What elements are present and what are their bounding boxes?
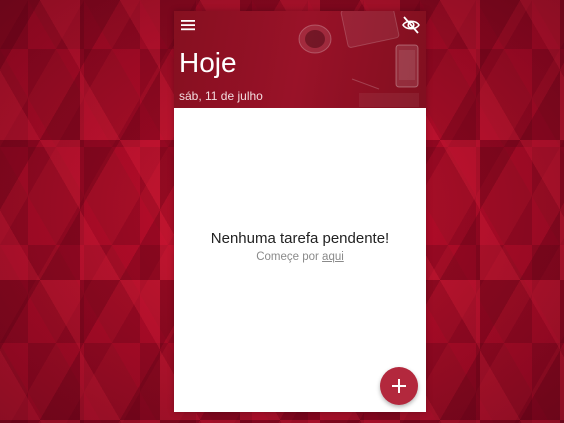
empty-state-title: Nenhuma tarefa pendente! <box>210 230 390 247</box>
menu-icon <box>181 20 195 31</box>
page-title: Hoje <box>179 47 237 78</box>
eye-off-icon <box>402 16 420 34</box>
current-date: sáb, 11 de julho <box>179 89 263 103</box>
empty-state-subtitle: Começe por aqui <box>174 249 426 265</box>
empty-state-subtitle-text: Começe por <box>256 251 323 263</box>
add-task-button[interactable] <box>380 367 418 405</box>
empty-state: Nenhuma tarefa pendente! Começe por aqui <box>174 230 426 265</box>
plus-icon <box>392 379 406 393</box>
toggle-visibility-button[interactable] <box>400 14 422 36</box>
app-window: Hoje sáb, 11 de julho Nenhuma tarefa pen… <box>174 11 426 412</box>
menu-button[interactable] <box>179 16 197 34</box>
header: Hoje sáb, 11 de julho <box>174 11 426 108</box>
start-here-link[interactable]: aqui <box>322 251 344 263</box>
